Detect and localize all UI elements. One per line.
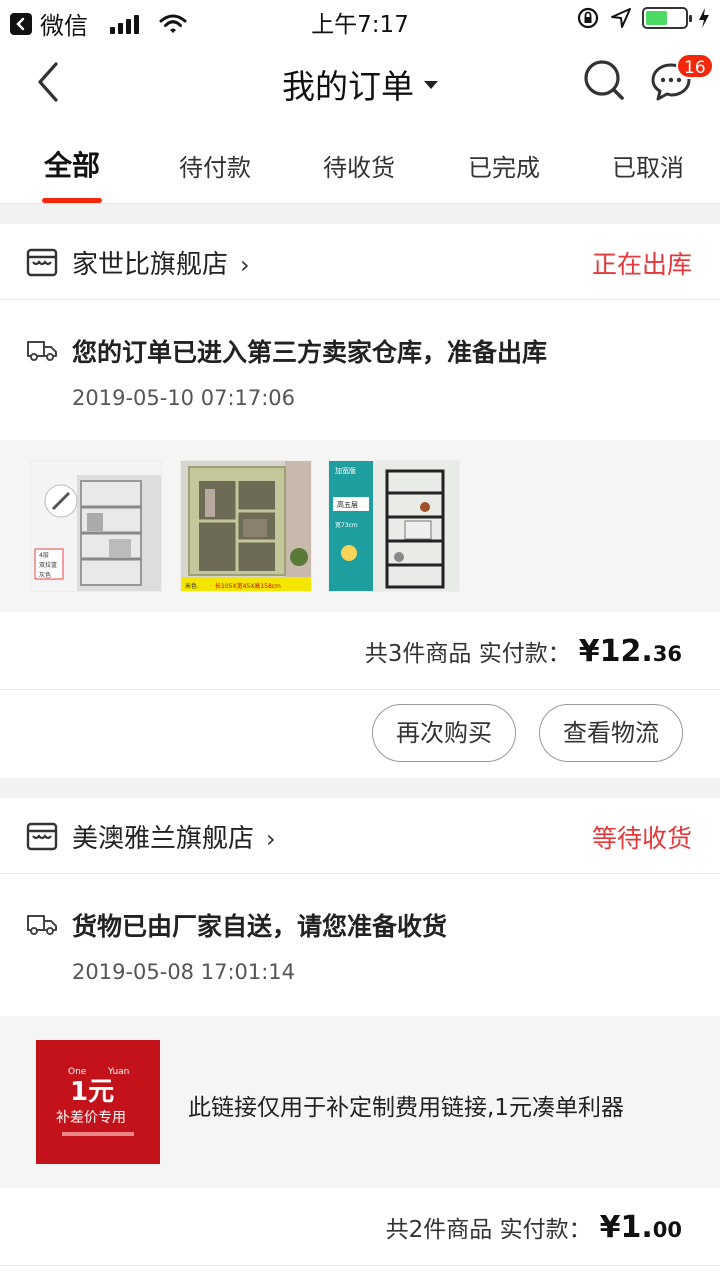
page-title: 我的订单 [282,67,414,106]
buy-again-button[interactable]: 再次购买 [372,704,516,762]
thumb-label: Yuan [107,1067,129,1077]
orders-page: 微信 上午7:17 我的订单 16 全部 待付款 待收货 已完成 已取消 家世比… [0,0,720,1280]
tab-completed[interactable]: 已完成 [444,148,564,183]
shop-name-text: 美澳雅兰旗舰店 [72,824,255,854]
tab-all[interactable]: 全部 [12,144,132,184]
chevron-right-icon: › [240,251,250,279]
one-yuan-image: One Yuan 1元 补差价专用 [36,1040,160,1164]
goods-item[interactable]: One Yuan 1元 补差价专用 此链接仅用于补定制费用链接,1元凑单利器 [0,1016,720,1188]
battery-icon [642,7,692,29]
thumb-label: 灰色 [39,571,51,579]
product-thumbnail[interactable]: One Yuan 1元 补差价专用 [36,1040,160,1164]
active-tab-indicator [42,198,102,203]
shop-name[interactable]: 家世比旗舰店 › [72,244,250,281]
status-bar: 微信 上午7:17 [0,0,720,40]
tracking-text: 您的订单已进入第三方卖家仓库，准备出库 [72,338,548,367]
tab-pending-payment[interactable]: 待付款 [155,148,275,183]
product-title[interactable]: 此链接仅用于补定制费用链接,1元凑单利器 [188,1088,624,1122]
shop-name[interactable]: 美澳雅兰旗舰店 › [72,818,276,855]
summary-text: 共3件商品 实付款： [364,641,571,667]
thumb-label: 双拉篮 [39,561,57,569]
divider [0,689,720,690]
divider [0,1265,720,1266]
order-status: 正在出库 [591,250,692,279]
summary-text: 共2件商品 实付款： [385,1217,592,1243]
thumb-label: 加宽版 [335,466,356,475]
order-summary: 共3件商品 实付款： ¥12.36 [365,634,682,669]
tab-cancelled[interactable]: 已取消 [588,148,708,183]
truck-icon [27,915,57,935]
order-summary: 共2件商品 实付款： ¥1.00 [386,1210,682,1245]
truck-icon [27,341,57,361]
chevron-right-icon: › [266,825,276,853]
thumb-label: 长105X宽45X高158cm [215,582,281,590]
price-major: ¥1. [599,1210,653,1245]
location-icon [611,8,631,28]
tracking-time: 2019-05-08 17:01:14 [72,960,296,984]
thumb-label: One [68,1067,87,1077]
status-right [576,6,710,30]
tab-pending-receipt[interactable]: 待收货 [299,148,419,183]
search-icon[interactable] [582,58,626,102]
nav-bar: 我的订单 16 [0,40,720,124]
product-thumbnail-3[interactable]: 加宽版 高五层 宽73cm [328,460,460,592]
tracking-text: 货物已由厂家自送，请您准备收货 [72,912,448,941]
shop-name-text: 家世比旗舰店 [72,250,229,280]
thumb-label: 4层 [39,552,49,559]
shop-icon [26,248,58,277]
order-card[interactable]: 美澳雅兰旗舰店 › 等待收货 货物已由厂家自送，请您准备收货 2019-05-08… [0,798,720,1280]
order-card-header[interactable]: 美澳雅兰旗舰店 › 等待收货 [0,798,720,874]
thumb-label: 补差价专用 [56,1110,126,1126]
thumb-label: 1元 [70,1077,114,1107]
order-card-header[interactable]: 家世比旗舰店 › 正在出库 [0,224,720,300]
charging-icon [699,8,709,28]
goods-thumbnails[interactable]: 4层 双拉篮 灰色 米色 长105X宽45X高158cm 加宽版 高五层 宽73… [0,440,720,612]
order-status: 等待收货 [591,824,692,853]
wardrobe-image: 米色 长105X宽45X高158cm [181,461,311,591]
product-thumbnail-1[interactable]: 4层 双拉篮 灰色 [30,460,162,592]
thumb-label: 高五层 [337,500,358,509]
shop-icon [26,822,58,851]
price-major: ¥12. [578,634,653,669]
chevron-down-icon [424,80,438,89]
thumb-label: 米色 [185,582,197,590]
order-card[interactable]: 家世比旗舰店 › 正在出库 您的订单已进入第三方卖家仓库，准备出库 2019-05… [0,224,720,778]
thumb-label: 宽73cm [335,521,358,529]
tracking-time: 2019-05-10 07:17:06 [72,386,296,410]
message-badge: 16 [676,53,714,79]
price-minor: 36 [652,642,682,666]
price-minor: 00 [652,1218,682,1242]
order-tabs: 全部 待付款 待收货 已完成 已取消 [0,124,720,204]
kitchen-rack-image: 4层 双拉篮 灰色 [31,461,161,591]
rotation-lock-icon [577,7,599,29]
view-logistics-button[interactable]: 查看物流 [539,704,683,762]
product-thumbnail-2[interactable]: 米色 长105X宽45X高158cm [180,460,312,592]
metal-shelf-image: 加宽版 高五层 宽73cm [329,461,459,591]
